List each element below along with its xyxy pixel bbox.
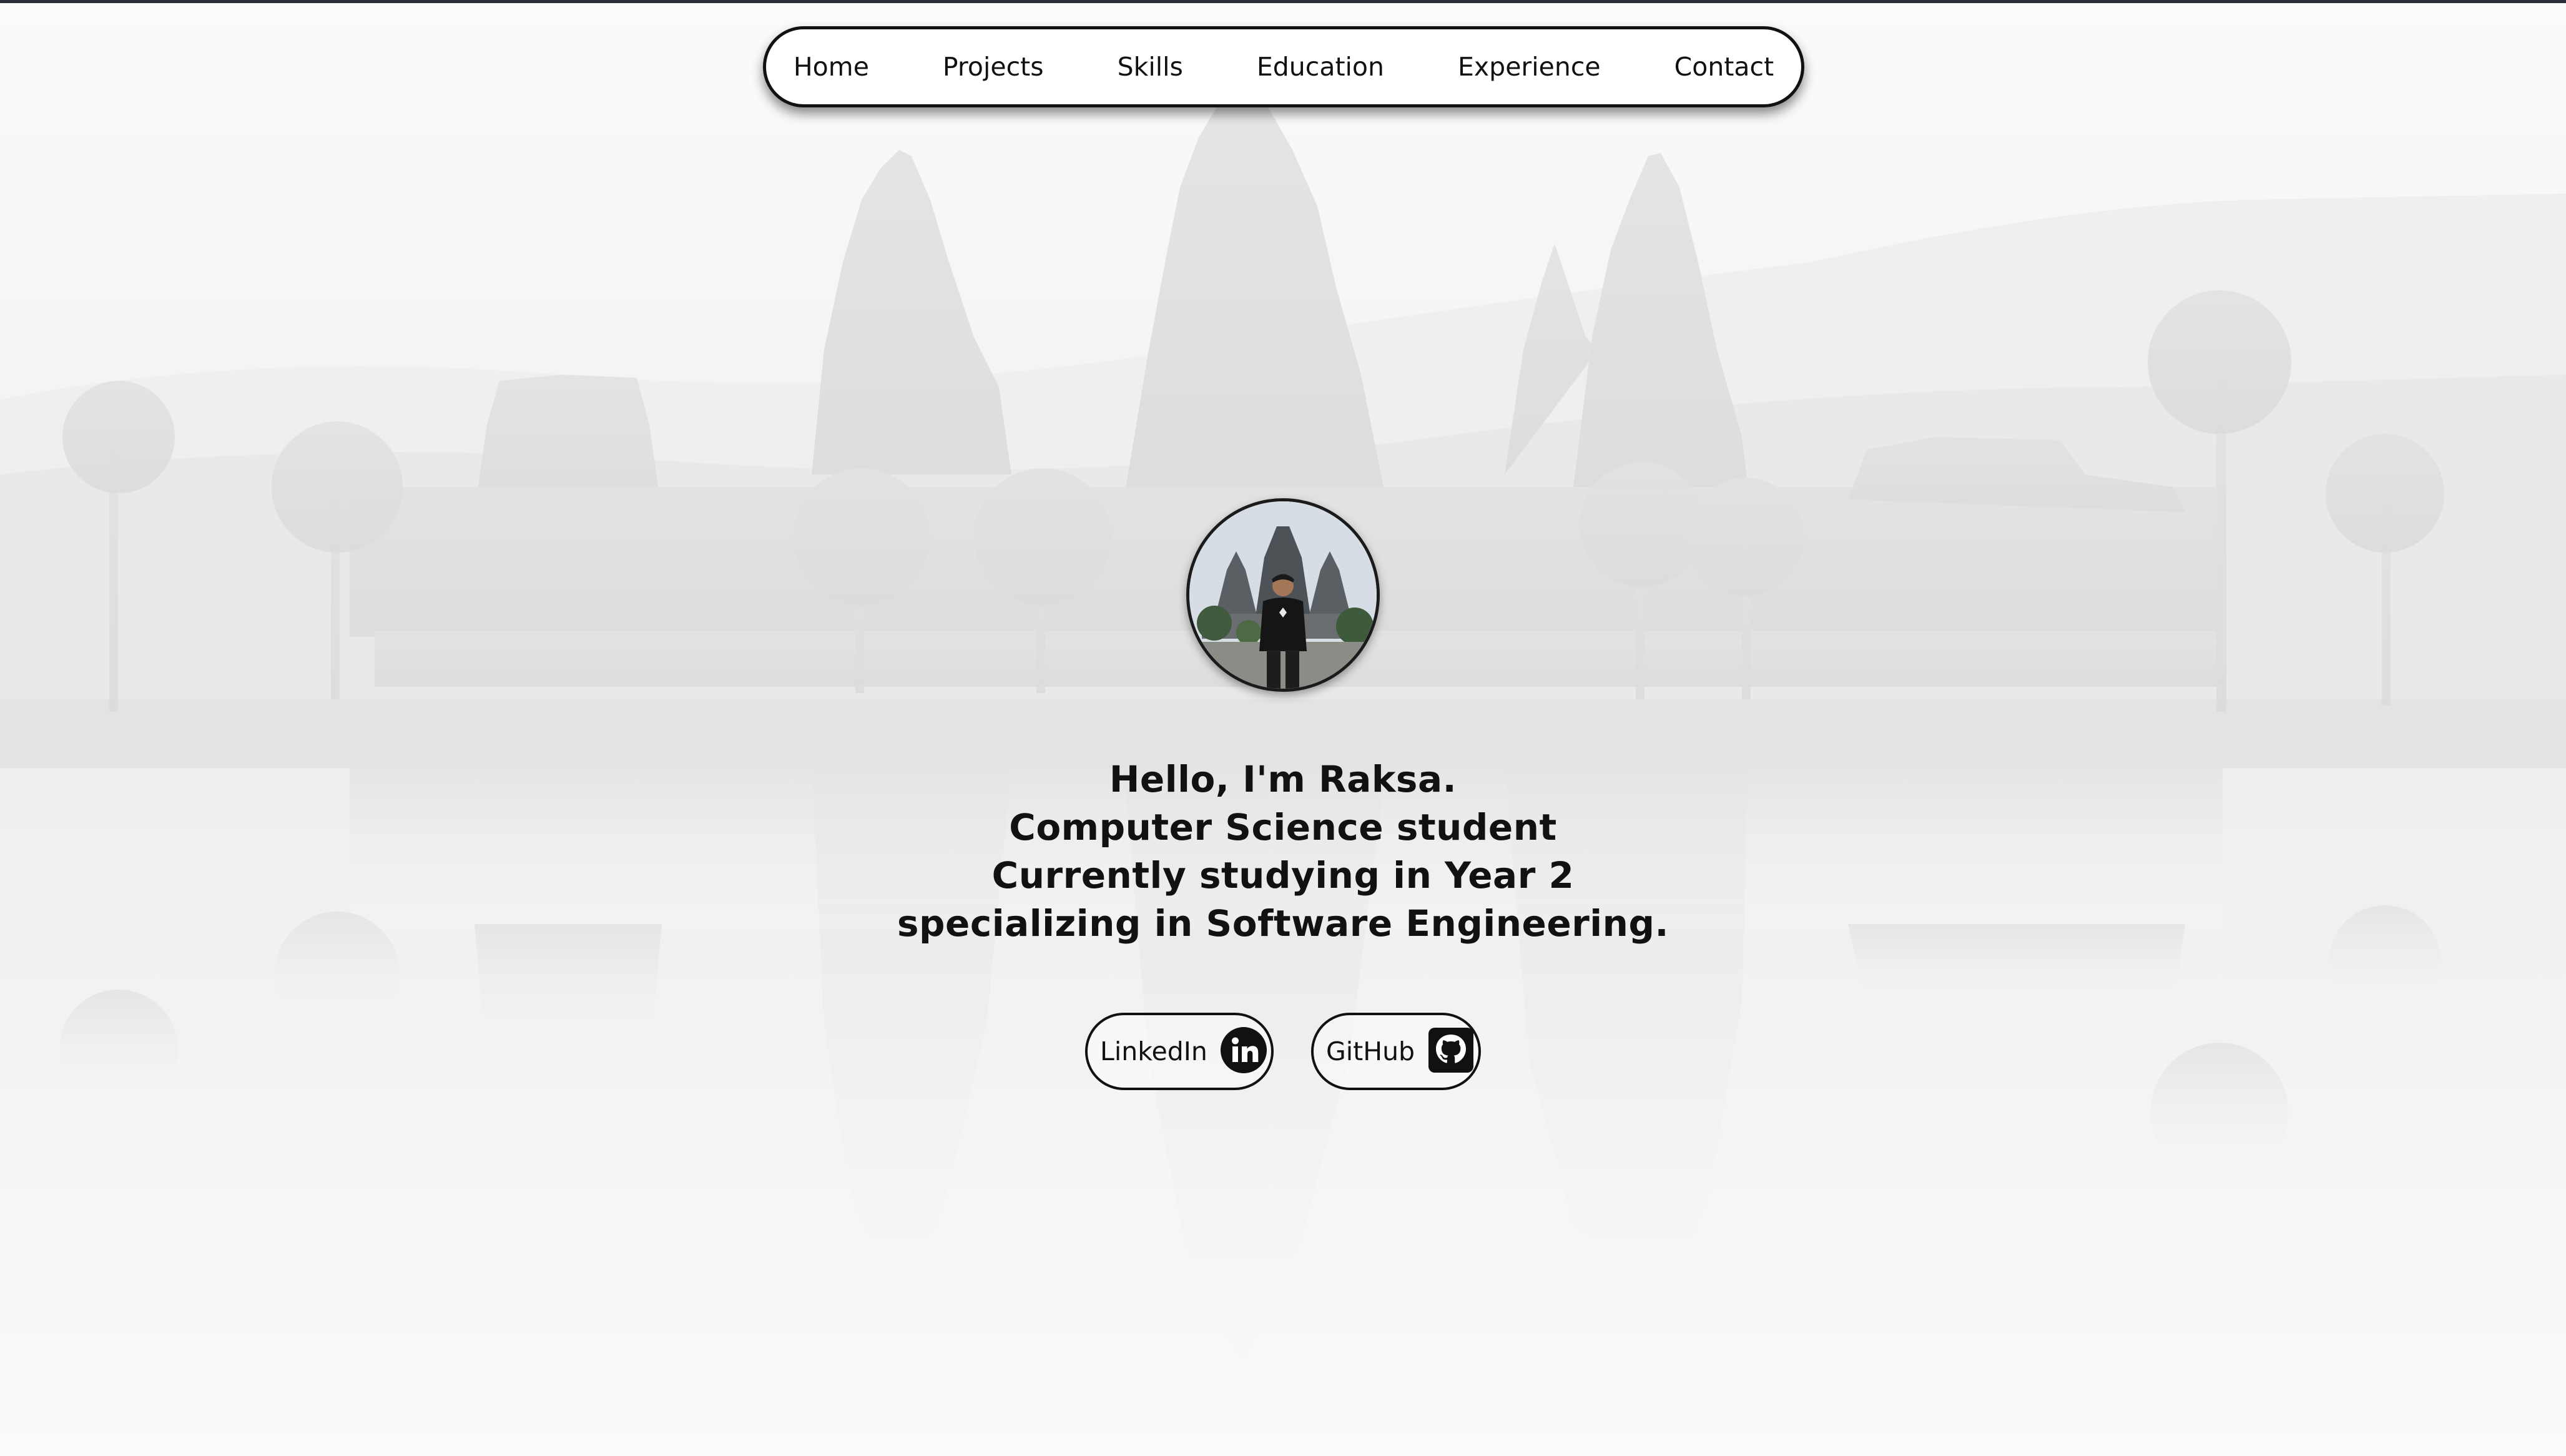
hero-specialization: specializing in Software Engineering. — [897, 902, 1669, 945]
nav-education-link[interactable]: Education — [1220, 52, 1421, 82]
nav-skills-link[interactable]: Skills — [1081, 52, 1220, 82]
hero-greeting: Hello, I'm Raksa. — [1109, 758, 1457, 800]
github-icon — [1427, 1026, 1475, 1076]
nav-home-link[interactable]: Home — [757, 52, 906, 82]
hero-intro: Hello, I'm Raksa. Computer Science stude… — [846, 755, 1720, 948]
nav-contact-link[interactable]: Contact — [1638, 52, 1811, 82]
linkedin-icon — [1220, 1026, 1267, 1076]
nav-projects-link[interactable]: Projects — [906, 52, 1081, 82]
hero-study-year: Currently studying in Year 2 — [991, 854, 1575, 897]
linkedin-label: LinkedIn — [1100, 1036, 1207, 1066]
github-label: GitHub — [1326, 1036, 1415, 1066]
linkedin-button[interactable]: LinkedIn — [1085, 1013, 1274, 1090]
hero-role: Computer Science student — [1009, 806, 1557, 849]
portfolio-page: Home Projects Skills Education Experienc… — [0, 0, 2566, 1456]
profile-avatar — [1186, 498, 1380, 692]
profile-photo — [1189, 501, 1377, 689]
nav-experience-link[interactable]: Experience — [1421, 52, 1638, 82]
github-button[interactable]: GitHub — [1311, 1013, 1481, 1090]
main-navigation: Home Projects Skills Education Experienc… — [763, 26, 1804, 107]
angkor-wat-background-illustration — [0, 100, 2566, 1374]
